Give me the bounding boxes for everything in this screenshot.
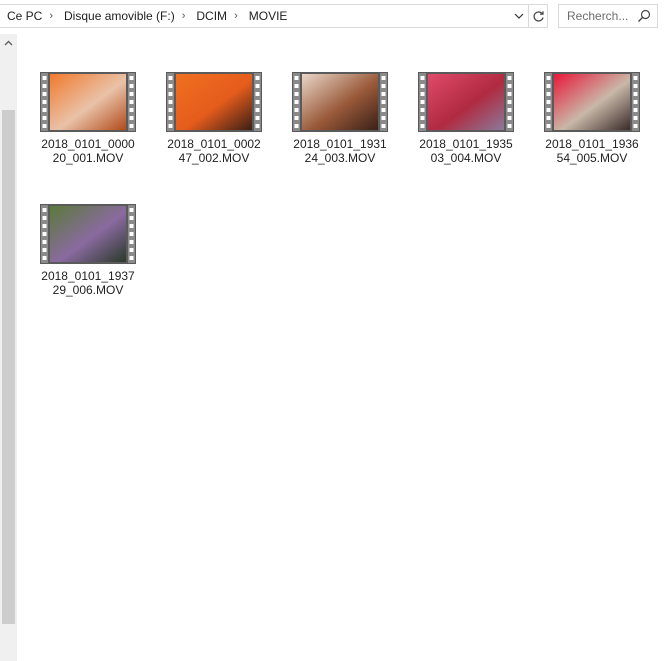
file-item[interactable]: 2018_0101_193729_006.MOV <box>40 196 136 306</box>
chevron-down-icon <box>514 13 524 19</box>
file-item[interactable]: 2018_0101_000020_001.MOV <box>40 64 136 174</box>
file-item[interactable]: 2018_0101_193654_005.MOV <box>544 64 640 174</box>
chevron-right-icon[interactable]: › <box>230 10 242 22</box>
file-name: 2018_0101_193654_005.MOV <box>545 137 639 165</box>
address-dropdown-button[interactable] <box>510 5 528 27</box>
breadcrumb-ce-pc[interactable]: Ce PC <box>0 9 45 23</box>
film-strip-icon <box>418 72 514 132</box>
film-strip-icon <box>292 72 388 132</box>
vertical-scrollbar[interactable] <box>0 34 17 661</box>
chevron-right-icon[interactable]: › <box>178 10 190 22</box>
address-bar[interactable]: Ce PC › Disque amovible (F:) › DCIM › MO… <box>0 4 529 28</box>
file-name: 2018_0101_193503_004.MOV <box>419 137 513 165</box>
search-box[interactable] <box>558 4 658 28</box>
file-item[interactable]: 2018_0101_193124_003.MOV <box>292 64 388 174</box>
refresh-button[interactable] <box>529 4 548 28</box>
scroll-thumb[interactable] <box>2 110 15 624</box>
file-item[interactable]: 2018_0101_000247_002.MOV <box>166 64 262 174</box>
film-strip-icon <box>166 72 262 132</box>
breadcrumb-removable-disk[interactable]: Disque amovible (F:) <box>57 9 178 23</box>
search-input[interactable] <box>567 6 645 26</box>
file-name: 2018_0101_000020_001.MOV <box>41 137 135 165</box>
film-strip-icon <box>40 72 136 132</box>
navigation-bar: Ce PC › Disque amovible (F:) › DCIM › MO… <box>0 0 668 32</box>
film-strip-icon <box>544 72 640 132</box>
file-list-area[interactable]: 2018_0101_000020_001.MOV 2018_0101_000247… <box>18 34 668 661</box>
file-name: 2018_0101_193729_006.MOV <box>41 269 135 297</box>
search-icon[interactable] <box>637 9 651 23</box>
breadcrumb-movie[interactable]: MOVIE <box>242 9 291 23</box>
file-name: 2018_0101_000247_002.MOV <box>167 137 261 165</box>
file-explorer-window: Ce PC › Disque amovible (F:) › DCIM › MO… <box>0 0 668 661</box>
chevron-right-icon[interactable]: › <box>45 10 57 22</box>
chevron-up-icon <box>4 40 13 46</box>
refresh-icon <box>533 10 544 22</box>
scroll-up-button[interactable] <box>0 34 17 52</box>
file-item[interactable]: 2018_0101_193503_004.MOV <box>418 64 514 174</box>
file-name: 2018_0101_193124_003.MOV <box>293 137 387 165</box>
breadcrumb-dcim[interactable]: DCIM <box>189 9 230 23</box>
film-strip-icon <box>40 204 136 264</box>
